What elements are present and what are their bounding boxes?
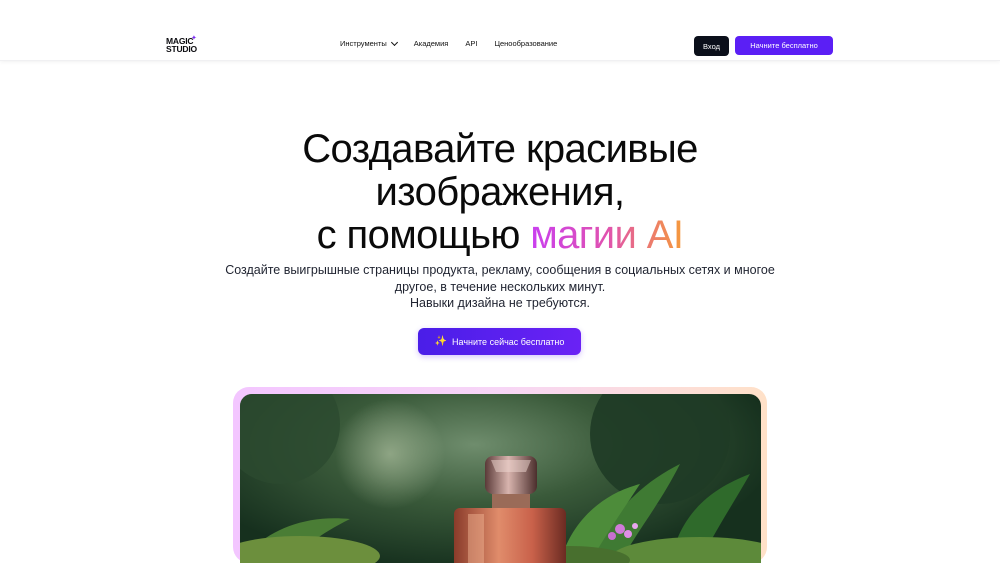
logo-sparkle-icon: ✦ — [191, 35, 197, 42]
hero-title-highlight: магии AI — [530, 213, 684, 257]
sparkle-icon: ✨ — [434, 336, 448, 347]
login-button[interactable]: Вход — [694, 36, 729, 56]
hero-subtitle-line2: другое, в течение нескольких минут. — [394, 279, 606, 294]
hero-subtitle-line1: Создайте выигрышные страницы продукта, р… — [225, 263, 775, 277]
nav-item-label: Академия — [413, 39, 449, 48]
magic-studio-logo[interactable]: MAGIC ✦ STUDIO — [166, 35, 198, 56]
nav-item-label: API — [465, 39, 478, 48]
start-free-button[interactable]: Начните бесплатно — [735, 36, 833, 55]
nav-item-academy[interactable]: Академия — [414, 39, 449, 48]
chevron-down-icon — [390, 38, 398, 46]
nav-item-api[interactable]: API — [465, 39, 477, 48]
cta-start-free-button[interactable]: ✨ Начните сейчас бесплатно — [418, 328, 581, 355]
cta-label: Начните сейчас бесплатно — [452, 336, 565, 347]
hero-title-line2: изображения, — [375, 170, 626, 214]
top-navbar: MAGIC ✦ STUDIO Инструменты Академия API … — [0, 0, 1000, 61]
nav-item-pricing[interactable]: Ценообразование — [494, 39, 557, 48]
nav-item-label: Ценообразование — [494, 39, 558, 48]
hero-title: Создавайте красивые изображения, с помощ… — [200, 128, 800, 257]
nav-item-tools[interactable]: Инструменты — [340, 38, 398, 48]
hero-title-prefix: с помощью — [316, 213, 531, 257]
hero-title-line1: Создавайте красивые — [302, 127, 698, 171]
logo-line2: STUDIO — [166, 44, 197, 54]
hero-subtitle: Создайте выигрышные страницы продукта, р… — [220, 262, 780, 312]
hero-title-line3: с помощью магии AI — [200, 214, 800, 257]
perfume-product-photo — [240, 394, 761, 563]
nav-item-label: Инструменты — [340, 39, 387, 48]
main-nav: Инструменты Академия API Ценообразование — [340, 38, 557, 48]
hero-subtitle-line3: Навыки дизайна не требуются. — [410, 296, 590, 310]
